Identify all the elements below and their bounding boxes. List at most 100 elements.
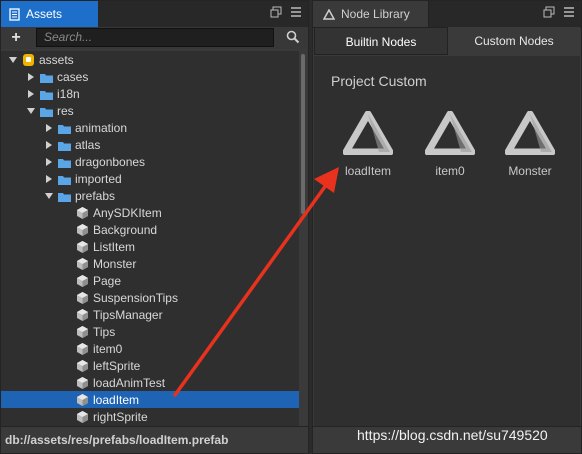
tree-item-label: Background [93,222,158,237]
tree-item-label: loadAnimTest [93,375,166,390]
tree-item-label: Monster [93,256,137,271]
prefab-icon [76,325,89,339]
prefab-icon [76,393,89,407]
chevron-down-icon[interactable] [9,56,17,64]
folder-icon [58,140,71,151]
tab-custom-nodes[interactable]: Custom Nodes [448,27,580,55]
tree-item-label: atlas [75,137,101,152]
tree-item-folder[interactable]: cases [1,68,299,85]
custom-node-item[interactable]: loadItem [338,110,398,178]
tree-item-label: rightSprite [93,409,148,424]
menu-icon[interactable] [563,6,575,22]
search-input[interactable]: Search... [36,28,274,47]
tree-item-folder[interactable]: dragonbones [1,153,299,170]
tree-item-label: res [57,103,74,118]
node-library-tabs: Builtin Nodes Custom Nodes [314,27,580,55]
custom-node-label: loadItem [344,164,392,178]
assets-tab[interactable]: Assets [1,1,98,27]
chevron-down-icon[interactable] [45,192,53,200]
menu-icon[interactable] [290,6,302,22]
tree-item-label: Tips [93,324,116,339]
tree-item-prefab[interactable]: leftSprite [1,357,299,374]
tree-item-label: leftSprite [93,358,141,373]
chevron-down-icon[interactable] [27,107,35,115]
prefab-triangle-icon [424,110,476,156]
tree-item-folder[interactable]: animation [1,119,299,136]
tree-item-folder[interactable]: assets [1,51,299,68]
tree-item-folder[interactable]: atlas [1,136,299,153]
tree-item-folder[interactable]: imported [1,170,299,187]
tree-item-prefab[interactable]: TipsManager [1,306,299,323]
tree-item-label: dragonbones [75,154,146,169]
tree-item-label: animation [75,120,128,135]
folder-icon [58,157,71,168]
popout-icon[interactable] [543,6,555,22]
chevron-right-icon[interactable] [45,157,53,166]
prefab-icon [76,308,89,322]
prefab-triangle-icon [504,110,556,156]
custom-node-label: Monster [508,164,552,178]
tree-item-prefab[interactable]: ListItem [1,238,299,255]
tree-item-prefab[interactable]: SuspensionTips [1,289,299,306]
tree-item-prefab[interactable]: Page [1,272,299,289]
tree-item-folder[interactable]: i18n [1,85,299,102]
status-path: db://assets/res/prefabs/loadItem.prefab [1,426,308,453]
assets-tab-label: Assets [26,7,63,21]
chevron-right-icon[interactable] [45,123,53,132]
folder-icon [58,174,71,185]
custom-node-item[interactable]: item0 [420,110,480,178]
tree-item-prefab[interactable]: AnySDKItem [1,204,299,221]
prefab-icon [76,291,89,305]
prefab-icon [76,342,89,356]
node-library-titlebar: Node Library [313,1,581,28]
folder-icon [40,72,53,83]
custom-node-label: item0 [435,164,465,178]
prefab-triangle-icon [342,110,394,156]
tree-item-label: prefabs [75,188,116,203]
popout-icon[interactable] [270,6,282,22]
folder-icon [40,89,53,100]
node-library-tab[interactable]: Node Library [313,1,429,27]
tree-item-label: AnySDKItem [93,205,162,220]
tree-item-label: imported [75,171,122,186]
chevron-right-icon[interactable] [27,89,35,98]
prefab-icon [76,257,89,271]
custom-node-item[interactable]: Monster [500,110,560,178]
tree-item-folder[interactable]: prefabs [1,187,299,204]
node-library-tab-label: Node Library [341,7,410,21]
tree-item-label: Page [93,273,122,288]
folder-icon [58,191,71,202]
tree-item-prefab[interactable]: loadAnimTest [1,374,299,391]
tree-item-prefab[interactable]: Monster [1,255,299,272]
watermark: https://blog.csdn.net/su749520 [357,427,548,443]
tree-item-prefab[interactable]: Background [1,221,299,238]
custom-nodes-body: Project Custom loadItem item0 Monster [314,56,580,427]
tree-item-prefab[interactable]: rightSprite [1,408,299,425]
tree-item-label: loadItem [93,392,140,407]
tree-item-prefab[interactable]: item0 [1,340,299,357]
prefab-icon [76,410,89,424]
tab-builtin-nodes[interactable]: Builtin Nodes [314,27,448,55]
chevron-right-icon[interactable] [45,174,53,183]
prefab-icon [76,359,89,373]
assets-titlebar: Assets [1,1,308,28]
add-asset-button[interactable]: + [7,29,25,47]
prefab-icon [76,240,89,254]
tree-item-prefab[interactable]: loadItem [1,391,299,408]
tree-item-label: cases [57,69,89,84]
tree-scrollbar[interactable] [301,54,305,214]
folder-icon [58,123,71,134]
tree-item-label: SuspensionTips [93,290,178,305]
search-icon[interactable] [286,30,300,44]
section-title: Project Custom [331,73,427,89]
node-library-icon [323,8,335,20]
tree-item-label: i18n [57,86,80,101]
asset-db-icon [22,53,35,67]
chevron-right-icon[interactable] [27,72,35,81]
tree-item-folder[interactable]: res [1,102,299,119]
assets-toolbar: + Search... [1,27,308,49]
tree-item-prefab[interactable]: Tips [1,323,299,340]
chevron-right-icon[interactable] [45,140,53,149]
prefab-icon [76,274,89,288]
tree-item-label: item0 [93,341,123,356]
